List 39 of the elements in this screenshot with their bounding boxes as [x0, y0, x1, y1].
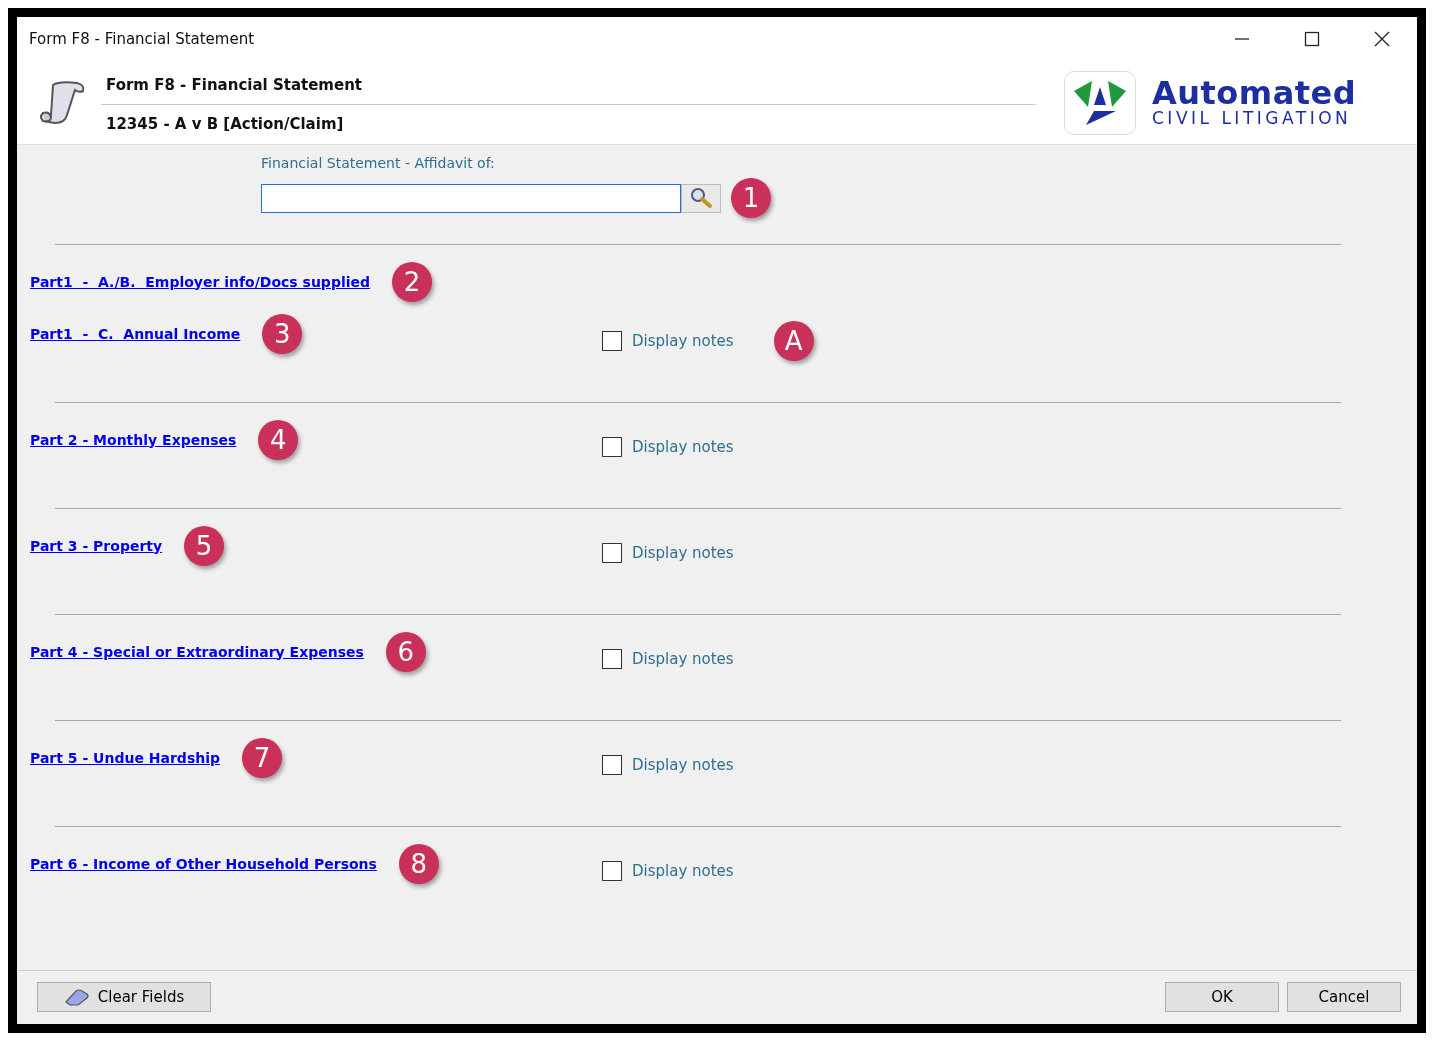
callout-marker: 5	[184, 526, 225, 566]
section-link[interactable]: Part 2 - Monthly Expenses	[30, 429, 237, 451]
display-notes-checkbox[interactable]: Display notes	[602, 329, 734, 353]
section-link[interactable]: Part 4 - Special or Extraordinary Expenses	[30, 641, 364, 663]
close-icon	[1374, 31, 1390, 47]
search-icon	[689, 187, 713, 209]
callout-marker: A	[773, 321, 814, 361]
callout-marker: 8	[398, 844, 439, 884]
callout-marker: 7	[242, 738, 282, 778]
callout-marker: 6	[385, 632, 426, 672]
logo-name: Automated	[1152, 77, 1357, 110]
cancel-button[interactable]: Cancel	[1287, 982, 1401, 1012]
eraser-icon	[63, 988, 90, 1006]
window-title: Form F8 - Financial Statement	[29, 28, 256, 50]
callout-marker: 3	[262, 314, 303, 354]
display-notes-checkbox[interactable]: Display notes	[602, 435, 734, 459]
section-link[interactable]: Part1 - C. Annual Income	[30, 323, 241, 345]
minimize-icon	[1234, 38, 1250, 40]
display-notes-checkbox[interactable]: Display notes	[602, 541, 734, 565]
ok-button[interactable]: OK	[1165, 982, 1279, 1012]
logo-tagline: CIVIL LITIGATION	[1152, 109, 1353, 128]
display-notes-checkbox[interactable]: Display notes	[602, 647, 734, 671]
section-link[interactable]: Part 6 - Income of Other Household Persons	[30, 853, 377, 875]
field-label: Financial Statement - Affidavit of:	[261, 154, 496, 173]
maximize-icon	[1304, 31, 1320, 47]
callout-marker: 2	[392, 262, 433, 302]
section-link[interactable]: Part 3 - Property	[30, 535, 163, 557]
section-link[interactable]: Part1 - A./B. Employer info/Docs supplied	[30, 271, 371, 293]
clear-fields-button[interactable]: Clear Fields	[37, 982, 211, 1012]
affidavit-input[interactable]	[261, 183, 681, 213]
form-title: Form F8 - Financial Statement	[101, 69, 1036, 105]
search-button[interactable]	[681, 183, 721, 213]
callout-marker: 4	[258, 420, 299, 460]
case-title: 12345 - A v B [Action/Claim]	[105, 114, 345, 135]
logo-icon	[1064, 70, 1136, 135]
section-link[interactable]: Part 5 - Undue Hardship	[30, 747, 220, 769]
display-notes-checkbox[interactable]: Display notes	[602, 753, 734, 777]
callout-marker: 1	[731, 178, 771, 218]
display-notes-checkbox[interactable]: Display notes	[602, 859, 734, 883]
